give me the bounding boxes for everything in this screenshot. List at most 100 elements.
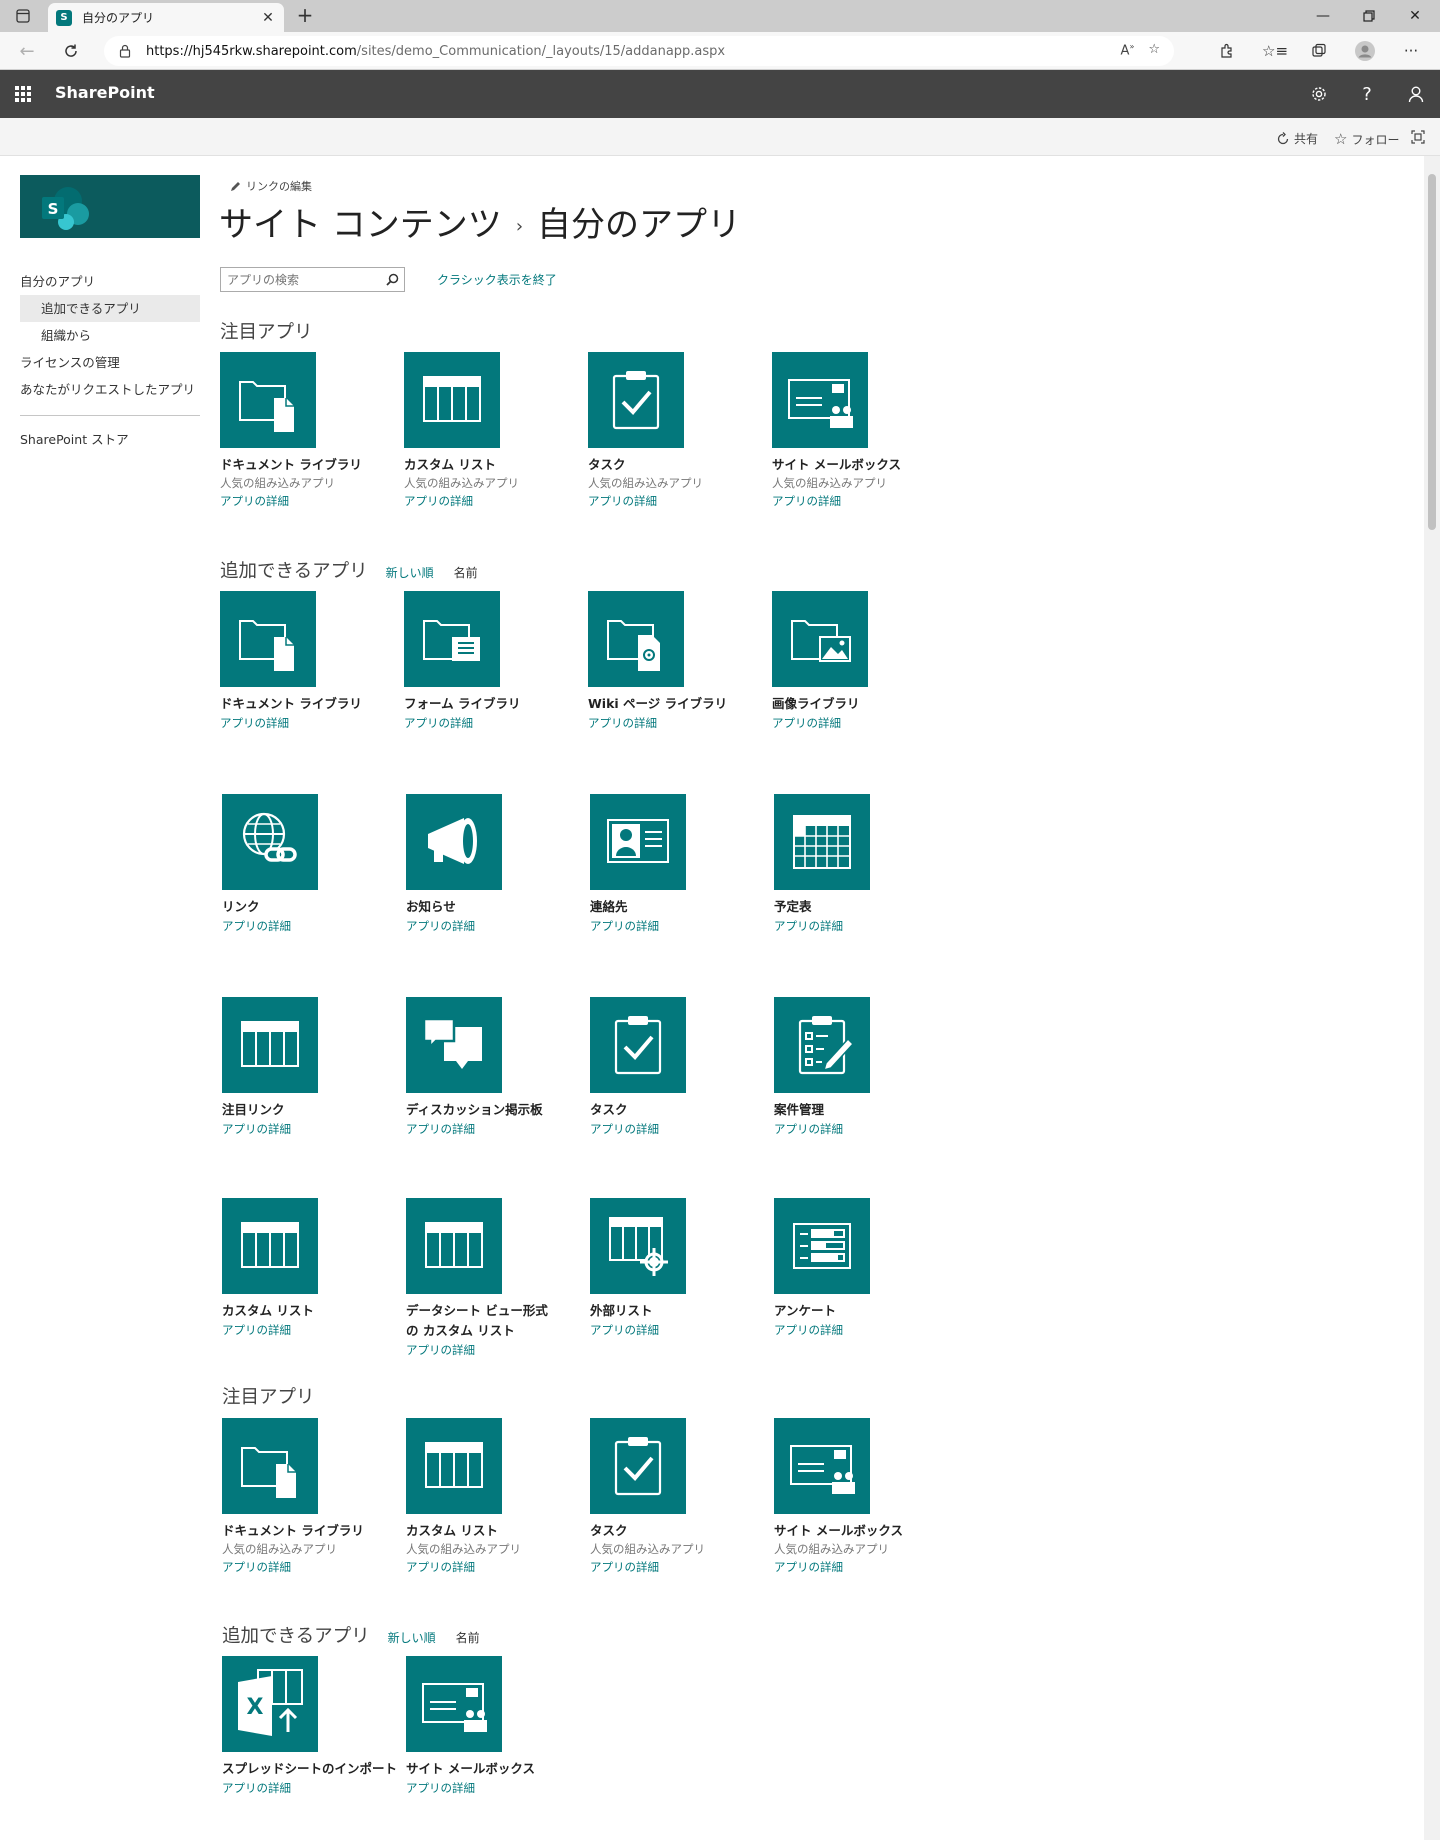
app-tile[interactable]: タスク 人気の組み込みアプリ アプリの詳細 bbox=[590, 1418, 770, 1577]
app-name[interactable]: ドキュメント ライブラリ bbox=[220, 694, 400, 714]
app-name[interactable]: お知らせ bbox=[406, 897, 586, 917]
app-name[interactable]: スプレッドシートのインポート bbox=[222, 1759, 402, 1779]
app-details-link[interactable]: アプリの詳細 bbox=[222, 1120, 402, 1139]
app-launcher-icon[interactable] bbox=[15, 86, 31, 102]
breadcrumb-site-contents[interactable]: サイト コンテンツ bbox=[219, 205, 502, 245]
app-tile[interactable]: タスク 人気の組み込みアプリ アプリの詳細 bbox=[588, 352, 768, 511]
app-details-link[interactable]: アプリの詳細 bbox=[774, 1321, 954, 1340]
picture-library-icon[interactable] bbox=[772, 591, 868, 687]
app-details-link[interactable]: アプリの詳細 bbox=[222, 1779, 402, 1798]
app-name[interactable]: 予定表 bbox=[774, 897, 954, 917]
app-name[interactable]: Wiki ページ ライブラリ bbox=[588, 694, 768, 714]
app-details-link[interactable]: アプリの詳細 bbox=[222, 1558, 402, 1577]
wiki-library-icon[interactable] bbox=[588, 591, 684, 687]
task-icon[interactable] bbox=[590, 997, 686, 1093]
app-details-link[interactable]: アプリの詳細 bbox=[774, 1120, 954, 1139]
promoted-links-icon[interactable] bbox=[222, 997, 318, 1093]
task-icon[interactable] bbox=[590, 1418, 686, 1514]
app-tile[interactable]: 案件管理 アプリの詳細 bbox=[774, 997, 954, 1139]
app-tile[interactable]: お知らせ アプリの詳細 bbox=[406, 794, 586, 936]
calendar-icon[interactable] bbox=[774, 794, 870, 890]
nav-apps-you-can-add[interactable]: 追加できるアプリ bbox=[20, 295, 200, 322]
extensions-icon[interactable] bbox=[1216, 40, 1238, 62]
app-details-link[interactable]: アプリの詳細 bbox=[404, 714, 584, 733]
app-details-link[interactable]: アプリの詳細 bbox=[406, 1558, 586, 1577]
app-name[interactable]: タスク bbox=[590, 1521, 770, 1541]
collections-icon[interactable] bbox=[1308, 40, 1330, 62]
sort-newest-link[interactable]: 新しい順 bbox=[386, 564, 434, 581]
app-name[interactable]: フォーム ライブラリ bbox=[404, 694, 584, 714]
sort-name-link[interactable]: 名前 bbox=[456, 1629, 480, 1646]
app-details-link[interactable]: アプリの詳細 bbox=[220, 492, 400, 511]
links-icon[interactable] bbox=[222, 794, 318, 890]
app-tile[interactable]: ドキュメント ライブラリ 人気の組み込みアプリ アプリの詳細 bbox=[222, 1418, 402, 1577]
app-details-link[interactable]: アプリの詳細 bbox=[588, 714, 768, 733]
app-name[interactable]: カスタム リスト bbox=[222, 1301, 402, 1321]
app-details-link[interactable]: アプリの詳細 bbox=[406, 1120, 586, 1139]
site-logo[interactable]: S bbox=[20, 175, 200, 238]
scrollbar-thumb[interactable] bbox=[1428, 174, 1436, 530]
app-details-link[interactable]: アプリの詳細 bbox=[404, 492, 584, 511]
search-icon[interactable] bbox=[385, 272, 400, 287]
sort-name-link[interactable]: 名前 bbox=[454, 564, 478, 581]
back-icon[interactable]: ← bbox=[14, 39, 40, 63]
app-details-link[interactable]: アプリの詳細 bbox=[222, 1321, 402, 1340]
app-tile[interactable]: 画像ライブラリ アプリの詳細 bbox=[772, 591, 952, 733]
nav-sharepoint-store[interactable]: SharePoint ストア bbox=[20, 426, 200, 453]
suite-brand[interactable]: SharePoint bbox=[55, 83, 155, 102]
app-details-link[interactable]: アプリの詳細 bbox=[590, 1120, 770, 1139]
app-name[interactable]: タスク bbox=[588, 455, 768, 475]
new-tab-icon[interactable]: + bbox=[292, 4, 318, 28]
app-name[interactable]: リンク bbox=[222, 897, 402, 917]
close-tab-icon[interactable]: ✕ bbox=[260, 10, 276, 26]
app-name[interactable]: ドキュメント ライブラリ bbox=[222, 1521, 402, 1541]
app-tile[interactable]: フォーム ライブラリ アプリの詳細 bbox=[404, 591, 584, 733]
favorites-icon[interactable]: ☆≡ bbox=[1262, 40, 1288, 62]
help-icon[interactable]: ? bbox=[1355, 82, 1379, 106]
app-tile[interactable]: X スプレッドシートのインポート アプリの詳細 bbox=[222, 1656, 402, 1798]
contacts-icon[interactable] bbox=[590, 794, 686, 890]
app-details-link[interactable]: アプリの詳細 bbox=[772, 714, 952, 733]
site-mailbox-icon[interactable] bbox=[774, 1418, 870, 1514]
site-mailbox-icon[interactable] bbox=[772, 352, 868, 448]
task-icon[interactable] bbox=[588, 352, 684, 448]
app-details-link[interactable]: アプリの詳細 bbox=[406, 917, 586, 936]
restore-icon[interactable] bbox=[1346, 0, 1392, 32]
app-name[interactable]: サイト メールボックス bbox=[774, 1521, 954, 1541]
close-window-icon[interactable]: ✕ bbox=[1392, 0, 1438, 32]
app-tile[interactable]: ドキュメント ライブラリ 人気の組み込みアプリ アプリの詳細 bbox=[220, 352, 400, 511]
app-name[interactable]: サイト メールボックス bbox=[406, 1759, 586, 1779]
nav-from-organization[interactable]: 組織から bbox=[20, 322, 200, 349]
import-spreadsheet-icon[interactable]: X bbox=[222, 1656, 318, 1752]
app-name[interactable]: データシート ビュー形式の カスタム リスト bbox=[406, 1301, 556, 1341]
add-favorite-icon[interactable]: ☆ bbox=[1148, 42, 1160, 58]
issue-tracking-icon[interactable] bbox=[774, 997, 870, 1093]
announcements-icon[interactable] bbox=[406, 794, 502, 890]
app-name[interactable]: 画像ライブラリ bbox=[772, 694, 952, 714]
app-name[interactable]: ディスカッション掲示板 bbox=[406, 1100, 586, 1120]
app-tile[interactable]: Wiki ページ ライブラリ アプリの詳細 bbox=[588, 591, 768, 733]
app-tile[interactable]: カスタム リスト 人気の組み込みアプリ アプリの詳細 bbox=[406, 1418, 586, 1577]
app-details-link[interactable]: アプリの詳細 bbox=[774, 917, 954, 936]
app-tile[interactable]: ドキュメント ライブラリ アプリの詳細 bbox=[220, 591, 400, 733]
address-bar[interactable]: https://hj545rkw.sharepoint.com/sites/de… bbox=[104, 36, 1174, 66]
app-name[interactable]: 連絡先 bbox=[590, 897, 770, 917]
app-name[interactable]: カスタム リスト bbox=[406, 1521, 586, 1541]
app-name[interactable]: 注目リンク bbox=[222, 1100, 402, 1120]
app-name[interactable]: 案件管理 bbox=[774, 1100, 954, 1120]
exit-classic-link[interactable]: クラシック表示を終了 bbox=[437, 271, 557, 288]
app-search-input[interactable] bbox=[221, 268, 376, 291]
app-details-link[interactable]: アプリの詳細 bbox=[220, 714, 400, 733]
share-button[interactable]: 共有 bbox=[1276, 130, 1318, 147]
app-details-link[interactable]: アプリの詳細 bbox=[590, 917, 770, 936]
datasheet-list-icon[interactable] bbox=[406, 1198, 502, 1294]
edit-links-button[interactable]: リンクの編集 bbox=[230, 178, 312, 194]
app-name[interactable]: 外部リスト bbox=[590, 1301, 770, 1321]
site-mailbox-icon[interactable] bbox=[406, 1656, 502, 1752]
document-library-icon[interactable] bbox=[220, 591, 316, 687]
app-tile[interactable]: 予定表 アプリの詳細 bbox=[774, 794, 954, 936]
app-tile[interactable]: データシート ビュー形式の カスタム リスト アプリの詳細 bbox=[406, 1198, 586, 1360]
app-details-link[interactable]: アプリの詳細 bbox=[588, 492, 768, 511]
app-name[interactable]: カスタム リスト bbox=[404, 455, 584, 475]
more-icon[interactable]: ··· bbox=[1400, 40, 1422, 62]
